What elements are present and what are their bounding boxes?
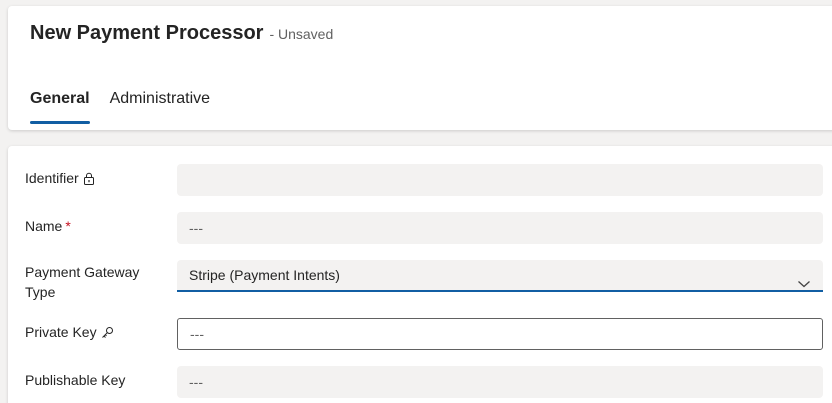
gateway-type-label: Payment Gateway Type bbox=[25, 264, 140, 300]
tab-administrative[interactable]: Administrative bbox=[110, 90, 210, 124]
identifier-field[interactable] bbox=[177, 164, 823, 196]
page-title: New Payment Processor bbox=[30, 22, 264, 44]
tab-general[interactable]: General bbox=[30, 90, 90, 124]
key-icon bbox=[101, 324, 114, 344]
publishable-key-input[interactable]: --- bbox=[177, 366, 823, 398]
name-label-text: Name bbox=[25, 218, 63, 234]
private-key-label-text: Private Key bbox=[25, 324, 97, 340]
private-key-input[interactable]: --- bbox=[177, 318, 823, 350]
publishable-key-label: Publishable Key bbox=[25, 372, 126, 388]
chevron-down-icon bbox=[797, 269, 811, 299]
identifier-label: Identifier bbox=[25, 168, 155, 190]
unsaved-status: - Unsaved bbox=[269, 26, 334, 42]
name-input[interactable]: --- bbox=[177, 212, 823, 244]
lock-icon bbox=[83, 170, 95, 190]
header-card: New Payment Processor - Unsaved General … bbox=[8, 6, 832, 130]
private-key-label: Private Key bbox=[25, 322, 155, 344]
tab-list: General Administrative bbox=[30, 90, 230, 124]
identifier-label-text: Identifier bbox=[25, 170, 79, 186]
gateway-type-select[interactable]: Stripe (Payment Intents) bbox=[177, 260, 823, 292]
general-form: Identifier Name * --- Payment Gateway Typ… bbox=[8, 146, 832, 403]
title-row: New Payment Processor - Unsaved bbox=[30, 22, 333, 45]
required-marker: * bbox=[65, 218, 71, 234]
gateway-type-value: Stripe (Payment Intents) bbox=[189, 267, 340, 283]
name-label: Name * bbox=[25, 216, 155, 236]
